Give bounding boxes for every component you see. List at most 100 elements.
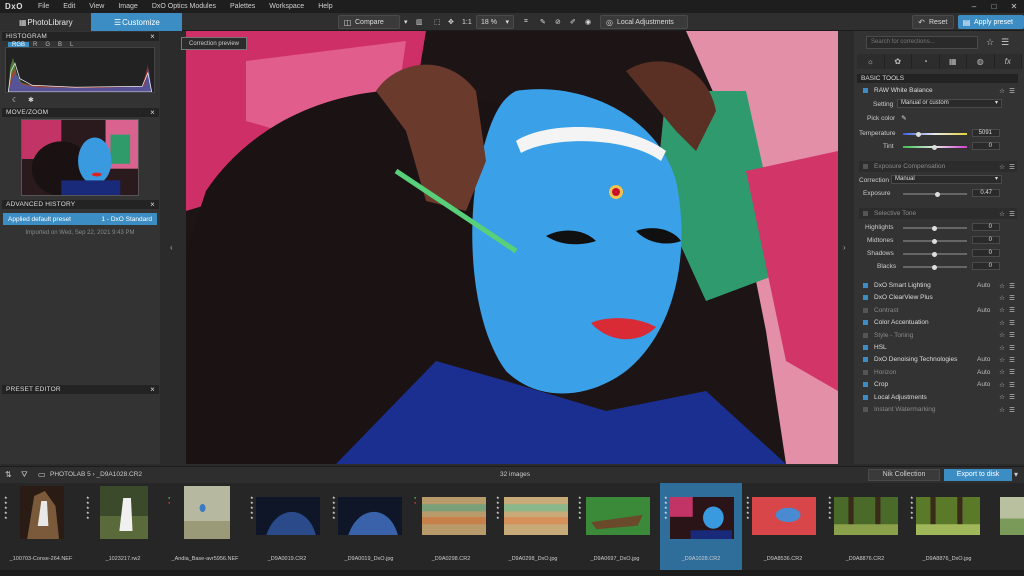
local-tab-icon[interactable]: ◍	[967, 54, 995, 69]
thumbnail[interactable]: ★ ★ ★ ★ ★ _D9A8876_DxO.jpg	[906, 483, 988, 570]
detail-tab-icon[interactable]: ◔	[912, 54, 940, 69]
menu-icon[interactable]: ☰	[1007, 319, 1017, 327]
menu-icon[interactable]: ☰	[1007, 163, 1017, 171]
geometry-tab-icon[interactable]: ▦	[940, 54, 967, 69]
eyedropper-icon[interactable]: ✎	[536, 15, 548, 29]
thumbnail[interactable]: ★ ★ ★ ★ ★ _100703-Conse-264.NEF	[0, 483, 82, 570]
apply-preset-button[interactable]: ▤ Apply preset	[958, 15, 1024, 29]
thumbnail[interactable]: ● ● _Andia_Base-avr5956.NEF	[164, 483, 246, 570]
menu-icon[interactable]: ☰	[1007, 87, 1017, 95]
star-icon[interactable]: ☆	[997, 282, 1007, 290]
menu-file[interactable]: File	[31, 3, 56, 10]
highlights-value[interactable]: 0	[972, 223, 1000, 231]
menu-icon[interactable]: ☰	[1007, 356, 1017, 364]
tool-row[interactable]: Horizon Auto ☆ ☰	[859, 367, 1017, 378]
star-icon[interactable]: ☆	[997, 87, 1007, 95]
correction-dropdown[interactable]: Manual ▾	[891, 175, 1002, 184]
tool-white-balance[interactable]: RAW White Balance ☆ ☰	[859, 85, 1017, 96]
close-icon[interactable]: ×	[150, 385, 155, 394]
tool-row[interactable]: DxO ClearView Plus ☆ ☰	[859, 292, 1017, 303]
repair-icon[interactable]: ✐	[566, 15, 578, 29]
tab-photolibrary[interactable]: ▦ PhotoLibrary	[0, 13, 91, 31]
filter-icon[interactable]: ⛛	[21, 470, 28, 480]
history-header[interactable]: ADVANCED HISTORY ×	[2, 200, 159, 209]
star-icon[interactable]: ☆	[986, 37, 994, 48]
midtones-slider[interactable]	[903, 238, 967, 244]
menu-icon[interactable]: ☰	[1007, 331, 1017, 339]
slider-knob[interactable]	[932, 251, 937, 257]
menu-workspace[interactable]: Workspace	[262, 3, 311, 10]
history-item[interactable]: Applied default preset 1 - DxO Standard	[3, 213, 157, 225]
toggle-checkbox[interactable]	[863, 369, 868, 375]
tool-row[interactable]: Crop Auto ☆ ☰	[859, 379, 1017, 390]
rating-stars[interactable]: ★ ★ ★ ★ ★	[496, 495, 504, 520]
thumbnail[interactable]: ★ ★ ★ ★ ★ _D9A0697_DxO.jpg	[574, 483, 656, 570]
thumbnail[interactable]: ★ ★ ★ ★ ★ _D9A0019_DxO.jpg	[328, 483, 410, 570]
rating-stars[interactable]: ● ●	[168, 495, 176, 505]
toggle-checkbox[interactable]	[863, 283, 868, 288]
tint-value[interactable]: 0	[972, 142, 1000, 150]
close-icon[interactable]: ×	[150, 200, 155, 209]
tool-row[interactable]: Color Accentuation ☆ ☰	[859, 317, 1017, 328]
maximize-icon[interactable]: □	[984, 0, 1004, 13]
temperature-slider[interactable]	[903, 131, 967, 137]
histogram-header[interactable]: HISTOGRAM ×	[2, 32, 159, 41]
menu-icon[interactable]: ☰	[1001, 37, 1009, 48]
slider-knob[interactable]	[932, 144, 937, 150]
menu-icon[interactable]: ☰	[1007, 294, 1017, 302]
menu-image[interactable]: Image	[111, 3, 144, 10]
collapse-left-icon[interactable]: ‹	[170, 243, 173, 252]
breadcrumb[interactable]: PHOTOLAB 5 › _D9A1028.CR2	[50, 471, 142, 478]
star-icon[interactable]: ☆	[997, 344, 1007, 352]
tool-row[interactable]: DxO Smart Lighting Auto ☆ ☰	[859, 280, 1017, 291]
star-icon[interactable]: ☆	[997, 331, 1007, 339]
minimize-icon[interactable]: –	[964, 0, 984, 13]
shadows-value[interactable]: 0	[972, 249, 1000, 257]
highlights-slider[interactable]	[903, 225, 967, 231]
shadows-slider[interactable]	[903, 251, 967, 257]
eyedropper-icon[interactable]: ✎	[901, 114, 906, 122]
close-icon[interactable]: ✕	[1004, 0, 1024, 13]
blacks-value[interactable]: 0	[972, 262, 1000, 270]
nik-collection-button[interactable]: Nik Collection	[868, 469, 940, 481]
menu-palettes[interactable]: Palettes	[223, 3, 262, 10]
toggle-checkbox[interactable]	[863, 394, 868, 400]
menu-icon[interactable]: ☰	[1007, 368, 1017, 376]
tool-row[interactable]: Contrast Auto ☆ ☰	[859, 305, 1017, 316]
star-icon[interactable]: ☆	[997, 306, 1007, 314]
star-icon[interactable]: ☆	[997, 406, 1007, 414]
star-icon[interactable]: ☆	[997, 368, 1007, 376]
close-icon[interactable]: ×	[150, 32, 155, 41]
split-view-icon[interactable]: ▥	[412, 15, 424, 29]
star-icon[interactable]: ☆	[997, 356, 1007, 364]
setting-dropdown[interactable]: Manual or custom ▾	[897, 99, 1002, 108]
star-icon[interactable]: ☆	[997, 393, 1007, 401]
rating-stars[interactable]: ★ ★ ★ ★ ★	[86, 495, 94, 520]
toggle-checkbox[interactable]	[863, 211, 868, 216]
toggle-checkbox[interactable]	[863, 320, 868, 326]
fx-tab-icon[interactable]: fx	[995, 54, 1022, 69]
toggle-checkbox[interactable]	[863, 307, 868, 313]
thumbnail[interactable]: ★ ★ ★ ★ ★ _D9A8536.CR2	[742, 483, 824, 570]
export-dropdown-icon[interactable]: ▾	[1014, 470, 1018, 479]
search-corrections-input[interactable]: Search for corrections...	[866, 36, 978, 49]
thumbnail[interactable]: ★ ★ ★ ★ ★ _D9A8876.CR2	[824, 483, 906, 570]
menu-icon[interactable]: ☰	[1007, 282, 1017, 290]
midtones-value[interactable]: 0	[972, 236, 1000, 244]
rating-stars[interactable]: ★ ★ ★ ★ ★	[4, 495, 12, 520]
navigator-thumbnail[interactable]	[21, 119, 139, 196]
menu-help[interactable]: Help	[311, 3, 339, 10]
thumbnail[interactable]: ★ ★ ★ ★ ★ _D9A0298_DxO.jpg	[492, 483, 574, 570]
horizon-icon[interactable]: ⊘	[551, 15, 563, 29]
star-icon[interactable]: ☆	[997, 319, 1007, 327]
filmstrip-scrollbar[interactable]	[0, 570, 1024, 576]
blacks-slider[interactable]	[903, 264, 967, 270]
highlight-clip-icon[interactable]: ✱	[28, 96, 34, 104]
tint-slider[interactable]	[903, 144, 967, 150]
menu-view[interactable]: View	[82, 3, 111, 10]
close-icon[interactable]: ×	[150, 108, 155, 117]
preset-editor-header[interactable]: PRESET EDITOR ×	[2, 385, 159, 394]
toggle-checkbox[interactable]	[863, 295, 868, 301]
thumbnail[interactable]: ★ ★ ★ ★ ★ _1023217.rw2	[82, 483, 164, 570]
reset-button[interactable]: ↶ Reset	[912, 15, 954, 29]
